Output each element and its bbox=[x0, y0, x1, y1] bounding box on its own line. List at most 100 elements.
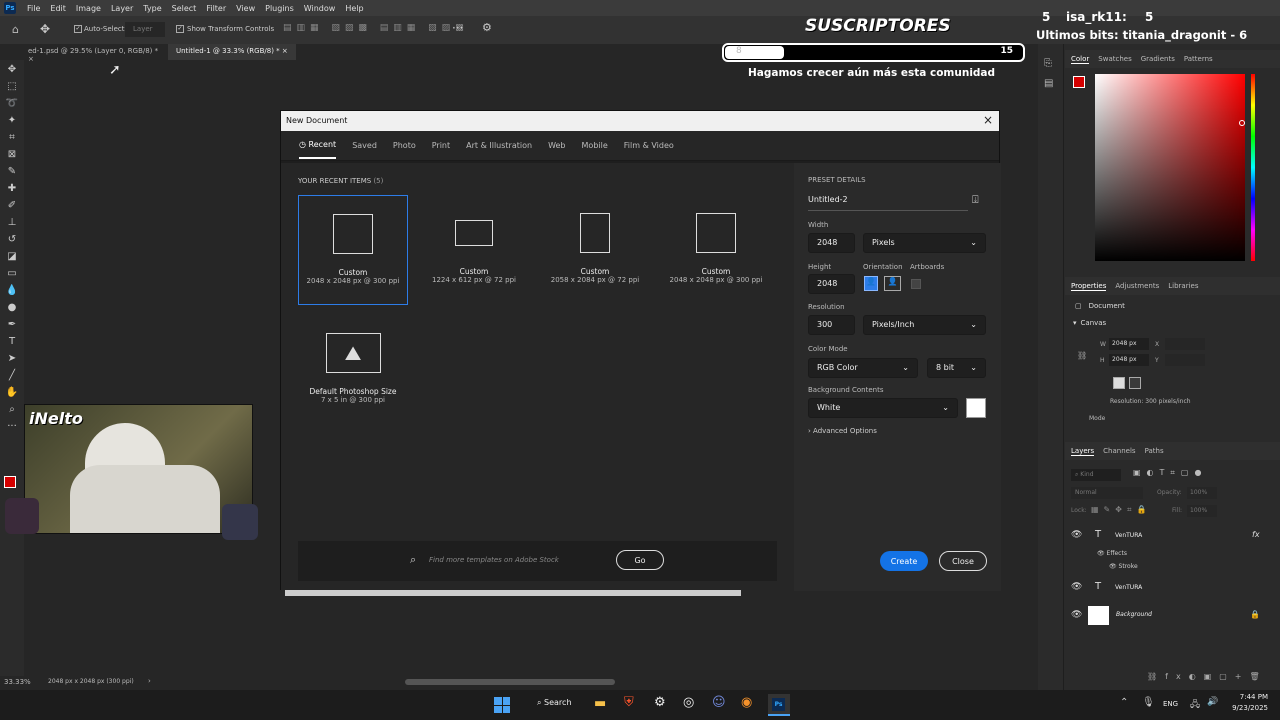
frame-tool-icon[interactable]: ⊠ bbox=[5, 148, 19, 162]
recent-item[interactable]: ⛰ Default Photoshop Size 7 x 5 in @ 300 … bbox=[298, 319, 408, 429]
marquee-tool-icon[interactable]: ⬚ bbox=[5, 80, 19, 94]
portrait-icon[interactable] bbox=[1113, 377, 1125, 389]
resolution-input[interactable]: 300 bbox=[808, 315, 855, 335]
width-unit-select[interactable]: Pixels ⌄ bbox=[863, 233, 986, 253]
close-button[interactable]: Close bbox=[939, 551, 987, 571]
portrait-orientation-button[interactable]: 👤 bbox=[864, 276, 878, 291]
close-icon[interactable]: × bbox=[983, 113, 993, 127]
layers-footer-icons[interactable]: ⛓fx◐▣▢+🗑 bbox=[1147, 672, 1268, 681]
lasso-tool-icon[interactable]: ➰ bbox=[5, 97, 19, 111]
eraser-tool-icon[interactable]: ◪ bbox=[5, 250, 19, 264]
hue-slider[interactable] bbox=[1251, 74, 1255, 261]
tab-libraries[interactable]: Libraries bbox=[1168, 282, 1198, 290]
recent-item[interactable]: Custom 2058 x 2084 px @ 72 ppi bbox=[540, 195, 650, 305]
landscape-orientation-button[interactable]: 👤 bbox=[884, 276, 901, 291]
healing-brush-icon[interactable]: ✚ bbox=[5, 182, 19, 196]
blend-mode-dropdown[interactable]: Normal bbox=[1071, 487, 1143, 499]
menu-select[interactable]: Select bbox=[167, 4, 202, 13]
opacity-field[interactable]: 100% bbox=[1187, 487, 1217, 499]
chevron-up-icon[interactable]: ⌃ bbox=[1120, 697, 1128, 708]
path-selection-icon[interactable]: ➤ bbox=[5, 352, 19, 366]
layer-row[interactable]: 👁 T VenTURA fx bbox=[1065, 526, 1280, 546]
tab-gradients[interactable]: Gradients bbox=[1141, 55, 1175, 63]
crop-tool-icon[interactable]: ⌗ bbox=[5, 131, 19, 145]
artboards-checkbox[interactable] bbox=[911, 279, 921, 289]
layer-filter-icons[interactable]: ▣◐T⌗▢● bbox=[1133, 468, 1207, 478]
close-icon[interactable]: × bbox=[282, 47, 288, 55]
resolution-unit-select[interactable]: Pixels/Inch ⌄ bbox=[863, 315, 986, 335]
steam-icon[interactable]: ⚙ bbox=[654, 695, 666, 710]
language-indicator[interactable]: ENG bbox=[1163, 700, 1178, 708]
eye-icon[interactable]: 👁 bbox=[1109, 563, 1117, 570]
close-icon[interactable]: × bbox=[28, 55, 34, 63]
tab-recent[interactable]: ◷ Recent bbox=[299, 132, 337, 159]
layer-row[interactable]: 👁 Background 🔒 bbox=[1065, 605, 1280, 627]
pen-tool-icon[interactable]: ✒ bbox=[5, 318, 19, 332]
tab-art-illustration[interactable]: Art & Illustration bbox=[466, 141, 532, 150]
network-icon[interactable]: 🖧 bbox=[1190, 697, 1200, 713]
menu-help[interactable]: Help bbox=[340, 4, 368, 13]
menu-type[interactable]: Type bbox=[138, 4, 166, 13]
menu-plugins[interactable]: Plugins bbox=[260, 4, 299, 13]
comments-panel-icon[interactable]: ▤ bbox=[1044, 78, 1053, 89]
tab-film-video[interactable]: Film & Video bbox=[624, 141, 674, 150]
canvas-width-field[interactable]: 2048 px bbox=[1109, 338, 1149, 350]
doc-tab-2[interactable]: Untitled-1 @ 33.3% (RGB/8) * × bbox=[168, 44, 296, 60]
layer-filter-kind[interactable]: ⌕ Kind bbox=[1071, 469, 1121, 481]
brave-browser-icon[interactable]: ⛨ bbox=[624, 695, 634, 710]
color-picker-field[interactable] bbox=[1095, 74, 1245, 261]
dialog-scrollbar[interactable] bbox=[285, 590, 741, 596]
tab-swatches[interactable]: Swatches bbox=[1098, 55, 1131, 63]
canvas-x-field[interactable] bbox=[1165, 338, 1205, 350]
eye-icon[interactable]: 👁 bbox=[1071, 610, 1082, 620]
eye-icon[interactable]: 👁 bbox=[1097, 550, 1105, 557]
clock-time[interactable]: 7:44 PM bbox=[1228, 693, 1268, 701]
template-search-input[interactable]: Find more templates on Adobe Stock bbox=[429, 556, 559, 564]
recent-item[interactable]: Custom 1224 x 612 px @ 72 ppi bbox=[419, 195, 529, 305]
menu-filter[interactable]: Filter bbox=[201, 4, 231, 13]
canvas-y-field[interactable] bbox=[1165, 354, 1205, 366]
chevron-right-icon[interactable]: › bbox=[148, 677, 151, 685]
history-panel-icon[interactable]: ⎘ bbox=[1044, 58, 1052, 69]
taskbar-search[interactable]: ⌕ Search bbox=[529, 696, 580, 714]
canvas-height-field[interactable]: 2048 px bbox=[1109, 354, 1149, 366]
save-preset-icon[interactable]: ⍗ bbox=[972, 193, 979, 207]
align-icons[interactable]: ▤▥▦ ▧▨▩ ▤▥▦ ▧▨▩ bbox=[283, 23, 469, 33]
magic-wand-tool-icon[interactable]: ✦ bbox=[5, 114, 19, 128]
windows-start-icon[interactable] bbox=[494, 697, 510, 713]
bit-depth-select[interactable]: 8 bit ⌄ bbox=[927, 358, 986, 378]
chevron-down-icon[interactable]: ▾ bbox=[1073, 319, 1077, 327]
microphone-icon[interactable]: 🎙 bbox=[1142, 697, 1155, 708]
tab-mobile[interactable]: Mobile bbox=[582, 141, 608, 150]
more-options-icon[interactable]: ··· bbox=[452, 21, 463, 35]
recent-item[interactable]: Custom 2048 x 2048 px @ 300 ppi bbox=[298, 195, 408, 305]
eye-icon[interactable]: 👁 bbox=[1071, 530, 1082, 540]
tab-color[interactable]: Color bbox=[1071, 55, 1090, 64]
background-contents-select[interactable]: White ⌄ bbox=[808, 398, 958, 418]
fill-field[interactable]: 100% bbox=[1187, 505, 1217, 517]
go-button[interactable]: Go bbox=[616, 550, 664, 570]
move-tool-icon[interactable]: ✥ bbox=[5, 63, 19, 77]
tab-web[interactable]: Web bbox=[548, 141, 565, 150]
advanced-options-toggle[interactable]: › Advanced Options bbox=[808, 427, 877, 435]
discord-icon[interactable]: ☺ bbox=[712, 695, 726, 710]
menu-view[interactable]: View bbox=[231, 4, 260, 13]
dodge-tool-icon[interactable]: ● bbox=[5, 301, 19, 315]
obs-icon[interactable]: ◎ bbox=[683, 695, 694, 710]
zoom-level[interactable]: 33.33% bbox=[4, 678, 31, 686]
doc-tab-1[interactable]: ed-1.psd @ 29.5% (Layer 0, RGB/8) * × bbox=[20, 44, 167, 63]
height-input[interactable]: 2048 bbox=[808, 274, 855, 294]
transform-controls-checkbox[interactable]: ✓ bbox=[176, 25, 184, 33]
autoselect-dropdown[interactable]: Layer bbox=[125, 22, 165, 37]
tab-patterns[interactable]: Patterns bbox=[1184, 55, 1213, 63]
color-picker-cursor[interactable] bbox=[1239, 120, 1245, 126]
width-input[interactable]: 2048 bbox=[808, 233, 855, 253]
tab-print[interactable]: Print bbox=[432, 141, 450, 150]
foreground-color-swatch[interactable] bbox=[1073, 76, 1085, 88]
move-tool-icon[interactable]: ✥ bbox=[40, 22, 50, 36]
zoom-tool-icon[interactable]: ⌕ bbox=[5, 403, 19, 417]
clock-date[interactable]: 9/23/2025 bbox=[1228, 704, 1268, 712]
gradient-tool-icon[interactable]: ▭ bbox=[5, 267, 19, 281]
menu-file[interactable]: File bbox=[22, 4, 45, 13]
foreground-color-swatch[interactable] bbox=[4, 476, 16, 488]
